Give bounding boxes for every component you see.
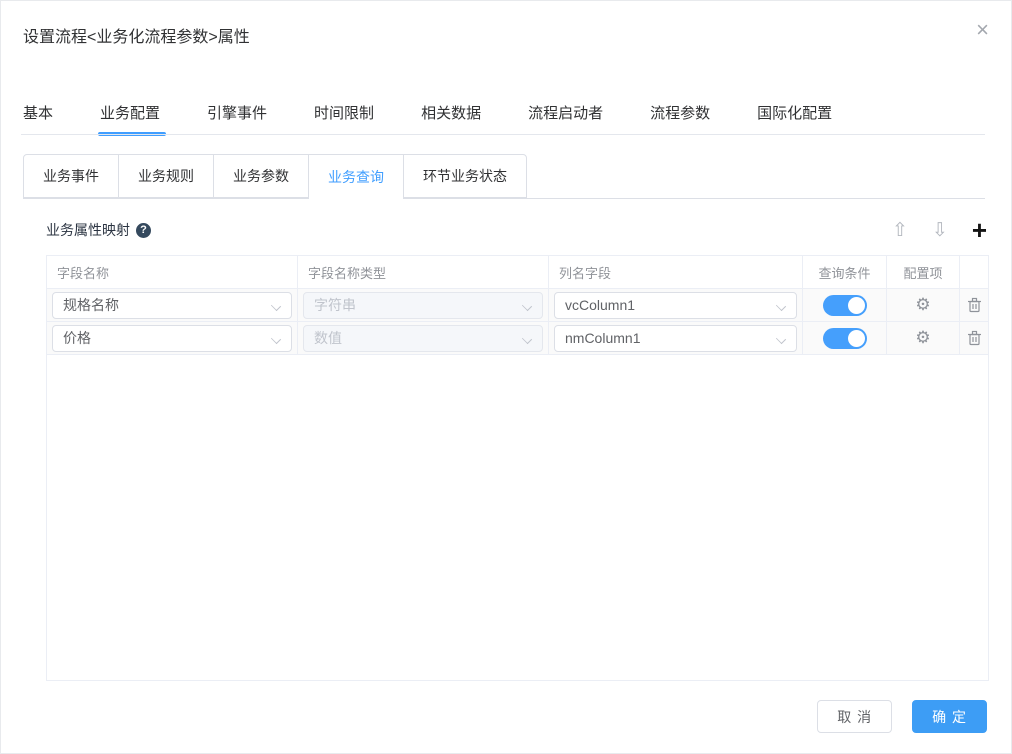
help-icon[interactable]: ? [136, 223, 151, 238]
column-field-select[interactable]: vcColumn1 [554, 292, 797, 319]
col-header-field-name: 字段名称 [47, 256, 298, 288]
field-name-select[interactable]: 价格 [52, 325, 292, 352]
confirm-button[interactable]: 确 定 [912, 700, 987, 733]
add-row-icon[interactable]: + [972, 217, 987, 243]
subtab-business-query[interactable]: 业务查询 [308, 154, 404, 199]
mapping-table: 字段名称 字段名称类型 列名字段 查询条件 配置项 规格名称 字符串 [46, 255, 989, 681]
cancel-button[interactable]: 取 消 [817, 700, 892, 733]
move-down-icon[interactable]: ⇩ [932, 221, 948, 240]
chevron-down-icon [776, 333, 786, 343]
delete-row-button[interactable] [967, 297, 982, 313]
dialog-title: 设置流程<业务化流程参数>属性 [23, 23, 250, 47]
tab-process-params[interactable]: 流程参数 [650, 102, 710, 136]
properties-dialog: 设置流程<业务化流程参数>属性 × 基本 业务配置 引擎事件 时间限制 相关数据… [0, 0, 1012, 754]
sub-tab-bar: 业务事件 业务规则 业务参数 业务查询 环节业务状态 [23, 154, 985, 199]
gear-icon: ⚙ [915, 297, 930, 314]
chevron-down-icon [522, 333, 532, 343]
tab-time-limit[interactable]: 时间限制 [314, 102, 374, 136]
section-header: 业务属性映射 ? ⇧ ⇩ + [46, 217, 987, 243]
tab-basic[interactable]: 基本 [23, 102, 53, 136]
table-row: 规格名称 字符串 vcColumn1 [47, 289, 988, 322]
main-tab-divider [21, 134, 985, 135]
tab-engine-events[interactable]: 引擎事件 [207, 102, 267, 136]
main-tab-bar: 基本 业务配置 引擎事件 时间限制 相关数据 流程启动者 流程参数 国际化配置 [23, 102, 832, 136]
query-condition-toggle[interactable] [823, 328, 867, 349]
field-type-select: 字符串 [303, 292, 543, 319]
table-header-row: 字段名称 字段名称类型 列名字段 查询条件 配置项 [47, 256, 988, 289]
config-button[interactable]: ⚙ [915, 330, 930, 347]
tab-related-data[interactable]: 相关数据 [421, 102, 481, 136]
field-name-select[interactable]: 规格名称 [52, 292, 292, 319]
column-field-select[interactable]: nmColumn1 [554, 325, 797, 352]
section-title: 业务属性映射 [46, 220, 130, 240]
subtab-step-business-status[interactable]: 环节业务状态 [403, 154, 527, 198]
col-header-query-condition: 查询条件 [803, 256, 887, 288]
field-type-select: 数值 [303, 325, 543, 352]
col-header-config-item: 配置项 [887, 256, 960, 288]
table-row: 价格 数值 nmColumn1 ⚙ [47, 322, 988, 355]
chevron-down-icon [522, 300, 532, 310]
close-icon[interactable]: × [976, 19, 989, 41]
chevron-down-icon [776, 300, 786, 310]
subtab-business-params[interactable]: 业务参数 [213, 154, 309, 198]
query-condition-toggle[interactable] [823, 295, 867, 316]
chevron-down-icon [271, 333, 281, 343]
tab-process-initiator[interactable]: 流程启动者 [528, 102, 603, 136]
config-button[interactable]: ⚙ [915, 297, 930, 314]
col-header-actions [960, 256, 988, 288]
gear-icon: ⚙ [915, 330, 930, 347]
delete-row-button[interactable] [967, 330, 982, 346]
trash-icon [967, 330, 982, 346]
tab-i18n-config[interactable]: 国际化配置 [757, 102, 832, 136]
move-up-icon[interactable]: ⇧ [892, 221, 908, 240]
trash-icon [967, 297, 982, 313]
subtab-business-rules[interactable]: 业务规则 [118, 154, 214, 198]
dialog-footer: 取 消 确 定 [817, 700, 987, 733]
col-header-field-type: 字段名称类型 [298, 256, 549, 288]
col-header-column-field: 列名字段 [549, 256, 803, 288]
tab-business-config[interactable]: 业务配置 [100, 102, 160, 136]
subtab-business-events[interactable]: 业务事件 [23, 154, 119, 198]
chevron-down-icon [271, 300, 281, 310]
